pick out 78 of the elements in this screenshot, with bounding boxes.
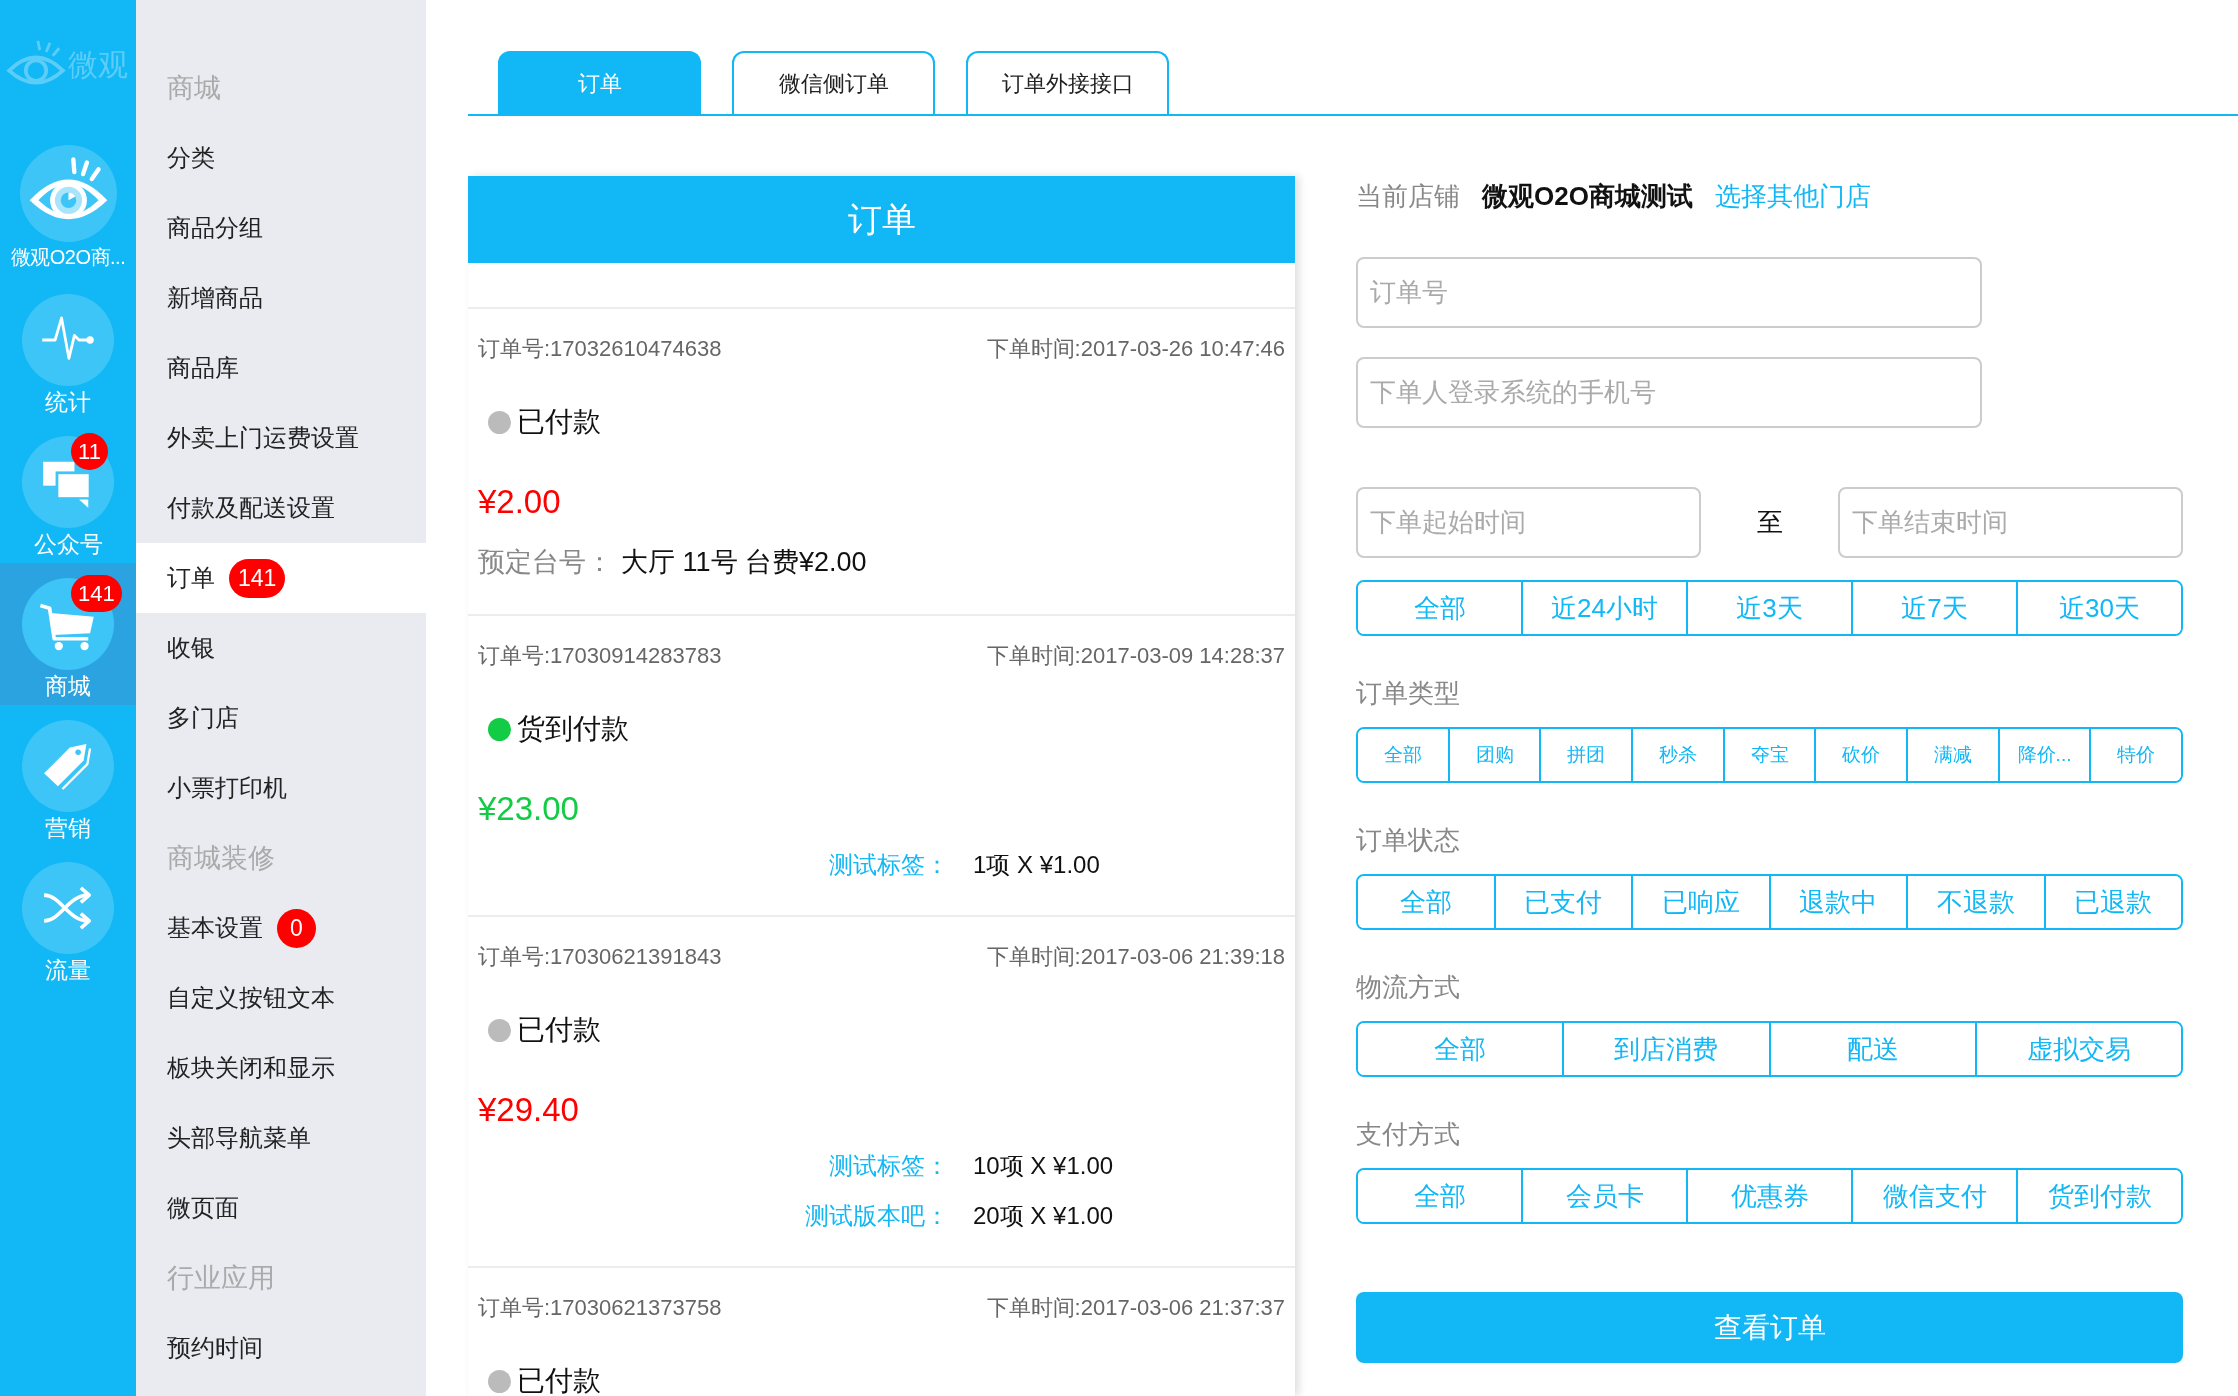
- table-value: 大厅 11号 台费¥2.00: [621, 546, 867, 579]
- filter-title: 订单状态: [1356, 824, 1461, 857]
- order-number: 订单号:17030914283783: [478, 642, 722, 670]
- order-time: 下单时间:2017-03-06 21:37:37: [986, 1294, 1285, 1322]
- eye-icon: [19, 145, 117, 242]
- sidebar-item[interactable]: 小票打印机: [136, 753, 426, 823]
- notification-badge: 141: [71, 575, 122, 612]
- order-price: ¥23.00: [478, 789, 580, 829]
- sidebar-item[interactable]: 订单 141: [136, 543, 426, 613]
- filter-option[interactable]: 近30天: [2016, 582, 2181, 634]
- order-time: 下单时间:2017-03-26 10:47:46: [986, 335, 1285, 363]
- order-number: 订单号:17030621391843: [478, 943, 722, 971]
- date-separator: 至: [1756, 506, 1783, 539]
- tag-icon: [22, 720, 114, 812]
- tab[interactable]: 订单外接接口: [966, 51, 1169, 114]
- filter-option[interactable]: 货到付款: [2016, 1170, 2181, 1222]
- order-panel-header: 订单: [468, 176, 1295, 263]
- sidebar-item[interactable]: 多门店: [136, 683, 426, 753]
- nav-item[interactable]: 流量: [0, 847, 136, 989]
- filter-title: 支付方式: [1356, 1118, 1461, 1151]
- item-name: 测试标签：: [829, 1151, 949, 1181]
- nav-item[interactable]: 公众号 11: [0, 421, 136, 563]
- sidebar-item[interactable]: 分类: [136, 123, 426, 193]
- status-text: 已付款: [517, 407, 601, 437]
- sidebar-section-title: 商城: [166, 72, 222, 105]
- start-time-field[interactable]: 下单起始时间: [1356, 487, 1701, 558]
- sidebar-item[interactable]: 头部导航菜单: [136, 1103, 426, 1173]
- sidebar-section-title: 商城装修: [166, 842, 276, 875]
- order-price: ¥2.00: [478, 482, 562, 522]
- status-text: 已付款: [517, 1366, 601, 1396]
- filter-option[interactable]: 虚拟交易: [1974, 1023, 2181, 1075]
- order-time: 下单时间:2017-03-09 14:28:37: [986, 642, 1285, 670]
- sidebar-item[interactable]: 板块关闭和显示: [136, 1033, 426, 1103]
- item-name: 测试标签：: [829, 850, 949, 880]
- order-number: 订单号:17032610474638: [478, 335, 722, 363]
- status-text: 已付款: [517, 1015, 601, 1045]
- status-text: 货到付款: [517, 714, 629, 744]
- sidebar-item[interactable]: 自定义按钮文本: [136, 963, 426, 1033]
- sidebar-item[interactable]: 微页面: [136, 1173, 426, 1243]
- order-price: ¥29.40: [478, 1090, 580, 1130]
- pulse-icon: [22, 294, 114, 386]
- sidebar-item[interactable]: 商品库: [136, 333, 426, 403]
- nav-item[interactable]: 微观O2O商...: [0, 130, 136, 279]
- tab[interactable]: 微信侧订单: [732, 51, 935, 114]
- order-number-field[interactable]: 订单号: [1356, 257, 1982, 328]
- filter-option[interactable]: 特价: [2089, 729, 2181, 781]
- sidebar-item[interactable]: 预约时间: [136, 1313, 426, 1383]
- table-label: 预定台号：: [478, 546, 613, 579]
- sidebar-item[interactable]: 收银: [136, 613, 426, 683]
- count-badge: 141: [229, 558, 286, 598]
- item-quantity: 10项 X ¥1.00: [973, 1151, 1114, 1181]
- sidebar-item[interactable]: 商品分组: [136, 193, 426, 263]
- shuffle-icon: [22, 862, 114, 954]
- item-quantity: 20项 X ¥1.00: [973, 1201, 1114, 1231]
- item-quantity: 1项 X ¥1.00: [973, 850, 1100, 880]
- nav-item[interactable]: 营销: [0, 705, 136, 847]
- tab[interactable]: 订单: [498, 51, 701, 114]
- order-number: 订单号:17030621373758: [478, 1294, 722, 1322]
- nav-item[interactable]: 商城 141: [0, 563, 136, 705]
- sidebar-section-title: 行业应用: [166, 1262, 276, 1295]
- view-orders-button[interactable]: 查看订单: [1356, 1292, 2183, 1363]
- store-label: 当前店铺: [1356, 180, 1460, 213]
- sidebar-item[interactable]: 付款及配送设置: [136, 473, 426, 543]
- item-name: 测试版本吧：: [805, 1201, 949, 1231]
- sidebar-item[interactable]: 新增商品: [136, 263, 426, 333]
- filter-title: 物流方式: [1356, 971, 1461, 1004]
- nav-item[interactable]: 统计: [0, 279, 136, 421]
- logo-text: 微观: [68, 47, 128, 83]
- phone-field[interactable]: 下单人登录系统的手机号: [1356, 357, 1982, 428]
- change-store-link[interactable]: 选择其他门店: [1714, 176, 1871, 216]
- filter-title: 订单类型: [1356, 677, 1461, 710]
- filter-option[interactable]: 已退款: [2043, 876, 2181, 928]
- end-time-field[interactable]: 下单结束时间: [1838, 487, 2183, 558]
- order-time: 下单时间:2017-03-06 21:39:18: [986, 943, 1285, 971]
- sidebar-item[interactable]: 基本设置 0: [136, 893, 426, 963]
- count-badge: 0: [277, 908, 316, 948]
- store-name: 微观O2O商城测试: [1482, 180, 1693, 213]
- sidebar-item[interactable]: 外卖上门运费设置: [136, 403, 426, 473]
